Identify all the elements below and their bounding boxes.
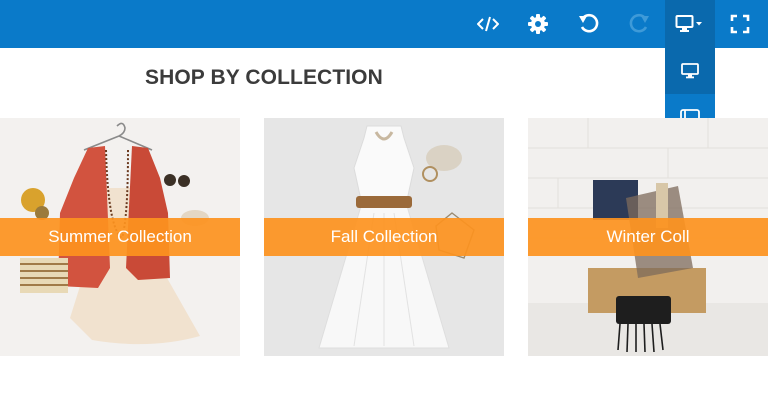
undo-button[interactable] <box>567 0 611 48</box>
redo-button[interactable] <box>617 0 661 48</box>
collection-banner: Fall Collection <box>264 218 504 256</box>
collection-card-winter[interactable]: Winter Coll <box>528 118 768 356</box>
collection-card-fall[interactable]: Fall Collection <box>264 118 504 356</box>
fullscreen-button[interactable] <box>718 0 762 48</box>
section-title: SHOP BY COLLECTION <box>145 66 383 89</box>
collection-banner: Winter Coll <box>528 218 768 256</box>
monitor-dropdown-icon <box>675 15 702 32</box>
editor-toolbar <box>0 0 768 48</box>
redo-icon <box>629 13 649 33</box>
collection-banner: Summer Collection <box>0 218 240 256</box>
fullscreen-icon <box>730 14 750 34</box>
undo-icon <box>579 13 599 33</box>
device-preview-button[interactable] <box>665 0 715 48</box>
desktop-icon <box>681 63 699 79</box>
code-view-button[interactable] <box>466 0 510 48</box>
gear-icon <box>528 14 548 34</box>
collection-card-summer[interactable]: Summer Collection <box>0 118 240 356</box>
settings-button[interactable] <box>516 0 560 48</box>
code-icon <box>477 16 499 32</box>
device-option-desktop[interactable] <box>665 48 715 94</box>
